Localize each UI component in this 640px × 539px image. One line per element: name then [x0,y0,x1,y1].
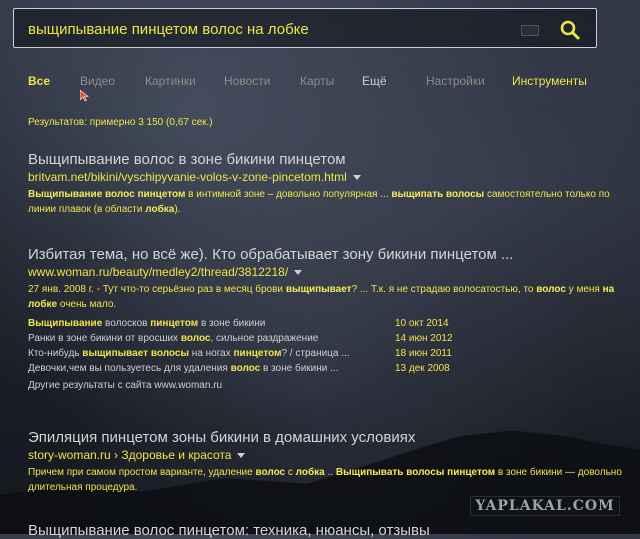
tab-news[interactable]: Новости [224,74,270,88]
search-tabs: Все Видео Картинки Новости Карты Ещё Нас… [0,74,640,90]
sub-result-row[interactable]: Кто-нибудь выщипывает волосы на ногах пи… [28,348,628,363]
search-box[interactable]: выщипывание пинцетом волос на лобке [13,8,597,48]
sub-result-date: 13 дек 2008 [395,363,450,374]
result-stats: Результатов: примерно 3 150 (0,67 сек.) [28,117,213,128]
tab-video[interactable]: Видео [80,74,115,88]
sub-results: Выщипывание волосков пинцетом в зоне бик… [28,318,628,378]
sub-result-row[interactable]: Девочки,чем вы пользуетесь для удаления … [28,363,628,378]
result-snippet: 27 янв. 2008 г. - Тут что-то серьёзно ра… [28,284,615,310]
tab-more[interactable]: Ещё [362,74,387,88]
tab-tools[interactable]: Инструменты [512,74,587,88]
search-input[interactable]: выщипывание пинцетом волос на лобке [28,21,309,38]
result-title-link[interactable]: Выщипывание волос пинцетом: техника, нюа… [28,522,628,539]
result-title-link[interactable]: Избитая тема, но всё же). Кто обрабатыва… [28,246,628,263]
search-result: Выщипывание волос пинцетом: техника, нюа… [28,522,628,539]
sub-result-date: 14 июн 2012 [395,333,453,344]
url-dropdown-icon[interactable] [352,175,361,181]
result-snippet: Выщипывание волос пинцетом в интимной зо… [28,189,610,215]
tab-images[interactable]: Картинки [145,74,196,88]
search-result: Выщипывание волос в зоне бикини пинцетом… [28,151,628,217]
more-results-link[interactable]: Другие результаты с сайта www.woman.ru [28,380,628,391]
result-title-link[interactable]: Выщипывание волос в зоне бикини пинцетом [28,151,628,168]
site-watermark: YAPLAKAL.COM [470,496,620,516]
result-url[interactable]: www.woman.ru/beauty/medley2/thread/38122… [28,265,628,279]
result-url[interactable]: britvam.net/bikini/vyschipyvanie-volos-v… [28,170,628,184]
sub-result-link[interactable]: Кто-нибудь выщипывает волосы на ногах пи… [28,348,350,359]
sub-result-row[interactable]: Ранки в зоне бикини от вросших волос, си… [28,333,628,348]
keyboard-icon[interactable] [521,25,539,36]
sub-result-link[interactable]: Ранки в зоне бикини от вросших волос, си… [28,333,318,344]
url-dropdown-icon[interactable] [294,270,303,276]
search-result: Эпиляция пинцетом зоны бикини в домашних… [28,429,628,495]
result-snippet: Причем при самом простом варианте, удале… [28,467,622,493]
mouse-cursor-icon [80,90,89,102]
search-icon[interactable] [559,19,581,41]
tab-all[interactable]: Все [28,74,50,88]
tab-maps[interactable]: Карты [300,74,334,88]
sub-result-date: 10 окт 2014 [395,318,449,329]
url-dropdown-icon[interactable] [237,453,246,459]
result-url[interactable]: story-woman.ru › Здоровье и красота [28,448,628,462]
sub-result-link[interactable]: Девочки,чем вы пользуетесь для удаления … [28,363,338,374]
sub-result-link[interactable]: Выщипывание волосков пинцетом в зоне бик… [28,318,265,329]
tab-settings[interactable]: Настройки [426,74,485,88]
result-title-link[interactable]: Эпиляция пинцетом зоны бикини в домашних… [28,429,628,446]
sub-result-date: 18 июн 2011 [395,348,452,359]
search-result: Избитая тема, но всё же). Кто обрабатыва… [28,246,628,391]
sub-result-row[interactable]: Выщипывание волосков пинцетом в зоне бик… [28,318,628,333]
